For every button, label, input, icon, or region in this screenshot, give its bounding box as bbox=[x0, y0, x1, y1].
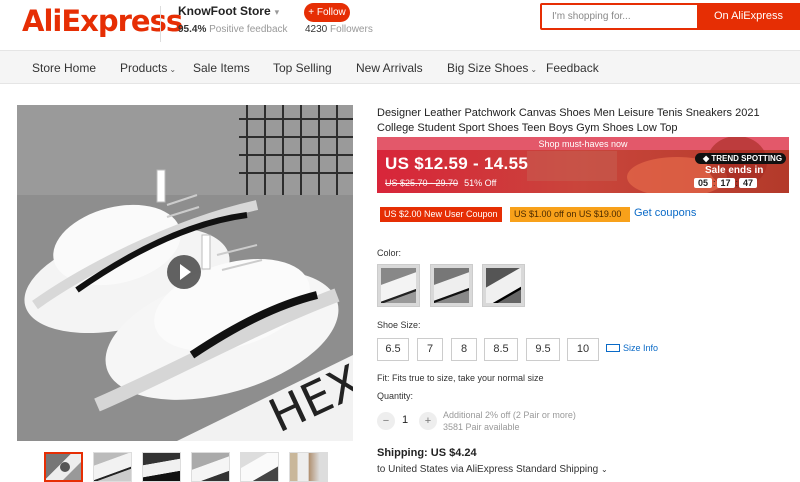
thumbnail[interactable] bbox=[191, 452, 230, 482]
bulk-discount-note: Additional 2% off (2 Pair or more) bbox=[443, 410, 576, 420]
trend-spotting-badge: ◆ TREND SPOTTING bbox=[695, 153, 787, 164]
quantity-label: Quantity: bbox=[377, 391, 414, 401]
nav-item-sale-items[interactable]: Sale Items bbox=[193, 61, 250, 75]
search-button[interactable]: On AliExpress bbox=[697, 3, 800, 30]
nav-item-top-selling[interactable]: Top Selling bbox=[273, 61, 332, 75]
nav-item-store-home[interactable]: Store Home bbox=[32, 61, 96, 75]
store-feedback: 95.4% Positive feedback bbox=[178, 24, 288, 35]
timer-separator: : bbox=[713, 178, 716, 188]
feedback-label: Positive feedback bbox=[209, 24, 288, 35]
quantity-increase-button[interactable]: + bbox=[419, 412, 437, 430]
shipping-price: Shipping: US $4.24 bbox=[377, 447, 477, 459]
plus-icon: + bbox=[424, 415, 432, 427]
trend-badge-label: TREND SPOTTING bbox=[711, 154, 783, 163]
feedback-percent: 95.4% bbox=[178, 24, 207, 35]
shipping-method-text[interactable]: to United States via AliExpress Standard… bbox=[377, 464, 598, 475]
search-input[interactable] bbox=[542, 5, 697, 28]
follow-button[interactable]: + Follow bbox=[304, 3, 350, 22]
price-range: US $12.59 - 14.55 bbox=[385, 154, 529, 173]
store-nav: Store Home Products ⌄ Sale Items Top Sell… bbox=[0, 50, 800, 84]
search-box: On AliExpress bbox=[540, 3, 800, 30]
color-label: Color: bbox=[377, 248, 402, 258]
ruler-icon bbox=[606, 344, 620, 352]
get-coupons-link[interactable]: Get coupons bbox=[634, 207, 696, 219]
timer-hours: 05 bbox=[694, 178, 712, 188]
followers: 4230 Followers bbox=[305, 24, 373, 35]
nav-label[interactable]: Products bbox=[120, 61, 167, 75]
play-video-button[interactable] bbox=[167, 255, 201, 289]
nav-label[interactable]: New Arrivals bbox=[356, 61, 423, 75]
color-swatch[interactable] bbox=[377, 264, 420, 307]
play-icon bbox=[60, 462, 70, 472]
stock-available: 3581 Pair available bbox=[443, 422, 520, 432]
nav-label[interactable]: Top Selling bbox=[273, 61, 332, 75]
new-user-coupon[interactable]: US $2.00 New User Coupon bbox=[380, 207, 502, 222]
thumbnail[interactable] bbox=[44, 452, 83, 482]
size-option[interactable]: 7 bbox=[417, 338, 443, 361]
header-divider bbox=[160, 6, 161, 42]
play-icon bbox=[180, 264, 191, 280]
size-option[interactable]: 8.5 bbox=[484, 338, 518, 361]
thumbnail[interactable] bbox=[240, 452, 279, 482]
size-info-label[interactable]: Size Info bbox=[623, 343, 658, 353]
chevron-down-icon[interactable]: ⌄ bbox=[169, 65, 176, 74]
nav-item-new-arrivals[interactable]: New Arrivals bbox=[356, 61, 423, 75]
price-banner: Shop must-haves now US $12.59 - 14.55 US… bbox=[377, 137, 789, 193]
nav-label[interactable]: Big Size Shoes bbox=[447, 61, 528, 75]
aliexpress-logo[interactable]: AliExpress bbox=[22, 4, 183, 38]
size-option[interactable]: 10 bbox=[567, 338, 599, 361]
quantity-note: Additional 2% off (2 Pair or more) 3581 P… bbox=[443, 409, 576, 433]
size-option[interactable]: 8 bbox=[451, 338, 477, 361]
color-swatch[interactable] bbox=[482, 264, 525, 307]
quantity-decrease-button[interactable]: − bbox=[377, 412, 395, 430]
nav-item-products[interactable]: Products ⌄ bbox=[120, 61, 176, 75]
nav-label[interactable]: Store Home bbox=[32, 61, 96, 75]
color-swatch[interactable] bbox=[430, 264, 473, 307]
thumbnail[interactable] bbox=[93, 452, 132, 482]
product-title: Designer Leather Patchwork Canvas Shoes … bbox=[377, 107, 760, 134]
fit-note: Fit: Fits true to size, take your normal… bbox=[377, 373, 544, 383]
minus-icon: − bbox=[382, 415, 390, 427]
nav-label[interactable]: Sale Items bbox=[193, 61, 250, 75]
nav-item-feedback[interactable]: Feedback bbox=[546, 61, 599, 75]
size-option[interactable]: 6.5 bbox=[377, 338, 409, 361]
nav-label[interactable]: Feedback bbox=[546, 61, 599, 75]
store-header: AliExpress KnowFoot Store ▾ 95.4% Positiv… bbox=[0, 0, 800, 50]
chevron-down-icon[interactable]: ▾ bbox=[275, 7, 280, 17]
store-name-text[interactable]: KnowFoot Store bbox=[178, 4, 271, 18]
original-price: US $25.70 - 29.70 bbox=[385, 178, 459, 188]
nav-item-big-size-shoes[interactable]: Big Size Shoes ⌄ bbox=[447, 61, 537, 75]
banner-heading: Shop must-haves now bbox=[538, 139, 628, 149]
timer-seconds: 47 bbox=[739, 178, 758, 188]
size-option[interactable]: 9.5 bbox=[526, 338, 560, 361]
quantity-value[interactable]: 1 bbox=[402, 414, 408, 426]
shipping-method[interactable]: to United States via AliExpress Standard… bbox=[377, 464, 608, 475]
timer-separator: : bbox=[735, 178, 739, 188]
product-main-image[interactable]: HEX bbox=[17, 105, 353, 441]
size-info-link[interactable]: Size Info bbox=[606, 343, 658, 353]
sale-ends-label: Sale ends in bbox=[705, 165, 764, 176]
original-price-row: US $25.70 - 29.70 51% Off bbox=[385, 178, 496, 188]
store-coupon[interactable]: US $1.00 off on US $19.00 bbox=[510, 207, 630, 222]
countdown-timer: 05:17:47 bbox=[694, 178, 758, 188]
timer-minutes: 17 bbox=[716, 178, 735, 188]
thumbnail[interactable] bbox=[142, 452, 181, 482]
chevron-down-icon[interactable]: ⌄ bbox=[601, 465, 608, 474]
chevron-down-icon[interactable]: ⌄ bbox=[530, 65, 537, 74]
followers-label: Followers bbox=[330, 24, 373, 35]
thumbnail[interactable] bbox=[289, 452, 328, 482]
store-name[interactable]: KnowFoot Store ▾ bbox=[178, 4, 279, 18]
discount-percent: 51% Off bbox=[464, 178, 497, 188]
shoe-size-label: Shoe Size: bbox=[377, 320, 421, 330]
followers-count: 4230 bbox=[305, 24, 328, 35]
